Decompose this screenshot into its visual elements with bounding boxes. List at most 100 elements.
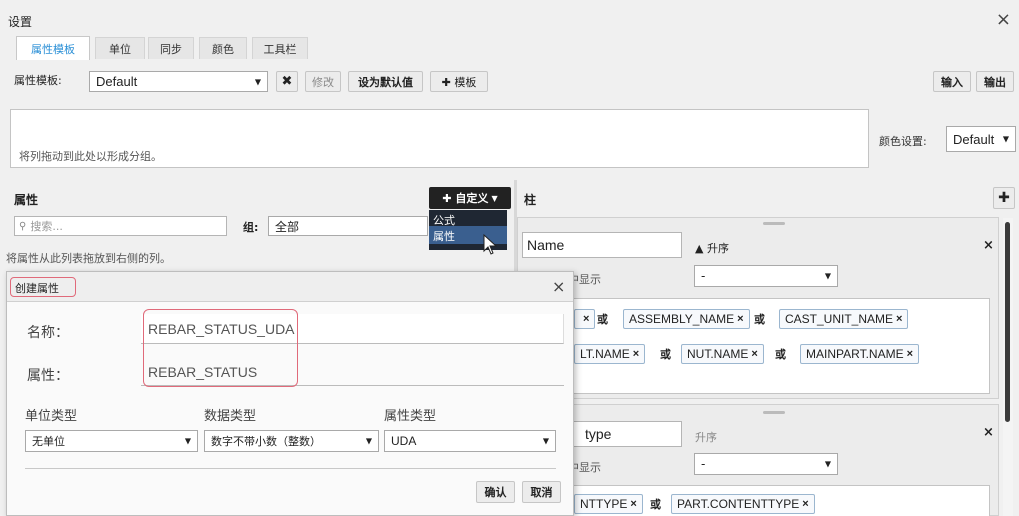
chip-delete-icon[interactable]: × bbox=[630, 498, 636, 510]
attribute-search-input[interactable]: ⚲ 搜索... bbox=[14, 216, 227, 236]
chip-delete-icon[interactable]: × bbox=[802, 498, 808, 510]
attribute-chip[interactable]: NUT.NAME × bbox=[681, 344, 764, 364]
chevron-down-icon: ▼ bbox=[824, 459, 831, 469]
template-label: 属性模板: bbox=[14, 74, 62, 87]
mouse-cursor-icon bbox=[483, 234, 498, 255]
custom-dropdown-button[interactable]: ✚ 自定义 ▼ bbox=[429, 187, 511, 209]
chip-delete-icon[interactable]: × bbox=[633, 348, 639, 360]
color-setting-value: Default bbox=[953, 131, 995, 147]
import-button[interactable]: 输入 bbox=[933, 71, 971, 92]
show-in-select[interactable]: - ▼ bbox=[694, 265, 838, 287]
or-operator: 或 bbox=[754, 313, 765, 326]
chevron-down-icon: ▼ bbox=[254, 77, 261, 86]
export-button[interactable]: 输出 bbox=[976, 71, 1014, 92]
attributes-title: 属性 bbox=[14, 193, 39, 207]
attribute-chip[interactable]: ASSEMBLY_NAME × bbox=[623, 309, 750, 329]
attr-label: 属性： bbox=[27, 368, 69, 384]
columns-scrollbar[interactable] bbox=[1003, 218, 1013, 516]
add-column-button[interactable]: ✚ bbox=[993, 187, 1015, 209]
window-title: 设置 bbox=[8, 15, 33, 29]
attribute-chip[interactable]: × bbox=[574, 309, 596, 329]
attr-type-label: 属性类型 bbox=[384, 409, 437, 424]
delete-icon: ✖ bbox=[281, 74, 293, 89]
columns-title: 柱 bbox=[524, 193, 537, 207]
chip-delete-icon[interactable]: × bbox=[583, 313, 589, 325]
sort-toggle[interactable]: ▲ 升序 bbox=[695, 240, 729, 256]
color-setting-label: 颜色设置: bbox=[879, 135, 927, 148]
tab-toolbar[interactable]: 工具栏 bbox=[252, 37, 308, 59]
attribute-chip[interactable]: LT.NAME × bbox=[574, 344, 646, 364]
create-attribute-dialog: 创建属性 × 名称： 属性： REBAR_STATUS_UDA REBAR_ST… bbox=[6, 271, 574, 516]
column-delete-icon[interactable]: × bbox=[983, 238, 994, 253]
column-name-input[interactable]: Name bbox=[522, 232, 682, 258]
name-value: REBAR_STATUS_UDA bbox=[148, 321, 295, 337]
dialog-title-bar: 创建属性 × bbox=[7, 272, 573, 302]
sort-toggle[interactable]: 升序 bbox=[695, 429, 717, 445]
tab-sync[interactable]: 同步 bbox=[148, 37, 194, 59]
group-label: 组: bbox=[243, 221, 259, 234]
unit-type-label: 单位类型 bbox=[25, 409, 78, 424]
group-drop-area[interactable]: 将列拖动到此处以形成分组。 bbox=[10, 109, 869, 168]
dialog-title: 创建属性 bbox=[15, 282, 59, 295]
column-card: Name ▲ 升序 × 中显示 - ▼ bbox=[517, 217, 999, 399]
or-operator: 或 bbox=[597, 313, 608, 326]
data-type-label: 数据类型 bbox=[204, 409, 257, 424]
unit-type-select[interactable]: 无单位 ▼ bbox=[25, 430, 198, 452]
tab-attribute-template[interactable]: 属性模板 bbox=[16, 36, 90, 60]
group-select[interactable]: 全部 bbox=[268, 216, 428, 236]
title-bar: 设置 × bbox=[0, 0, 1019, 32]
modify-button[interactable]: 修改 bbox=[305, 71, 341, 92]
plus-icon: ✚ bbox=[998, 190, 1010, 206]
group-value: 全部 bbox=[275, 219, 300, 234]
attr-type-select[interactable]: UDA ▼ bbox=[384, 430, 556, 452]
column-name-value: Name bbox=[527, 237, 565, 253]
chevron-down-icon: ▼ bbox=[824, 271, 831, 281]
column-delete-icon[interactable]: × bbox=[983, 425, 994, 440]
tab-units[interactable]: 单位 bbox=[95, 37, 145, 59]
chevron-down-icon: ▼ bbox=[542, 436, 549, 446]
set-default-button[interactable]: 设为默认值 bbox=[348, 71, 423, 92]
data-type-value: 数字不带小数（整数） bbox=[211, 435, 321, 448]
chip-delete-icon[interactable]: × bbox=[907, 348, 913, 360]
show-in-value: - bbox=[701, 457, 706, 471]
chip-delete-icon[interactable]: × bbox=[737, 313, 743, 325]
color-setting-select[interactable]: Default ▼ bbox=[946, 126, 1016, 152]
or-operator: 或 bbox=[775, 348, 786, 361]
drag-handle[interactable] bbox=[763, 411, 785, 414]
group-hint: 将列拖动到此处以形成分组。 bbox=[19, 150, 162, 163]
attr-value: REBAR_STATUS bbox=[148, 364, 258, 380]
chevron-down-icon: ▼ bbox=[491, 193, 498, 203]
menu-item-formula[interactable]: 公式 bbox=[429, 210, 507, 227]
add-template-button[interactable]: ✚ 模板 bbox=[430, 71, 488, 92]
window-close-icon[interactable]: × bbox=[996, 9, 1011, 30]
unit-type-value: 无单位 bbox=[32, 435, 65, 448]
delete-template-button[interactable]: ✖ bbox=[276, 71, 298, 92]
attribute-chip[interactable]: MAINPART.NAME × bbox=[800, 344, 920, 364]
show-in-value: - bbox=[701, 269, 706, 283]
search-icon: ⚲ bbox=[19, 220, 27, 232]
attribute-chip[interactable]: NTTYPE × bbox=[574, 494, 643, 514]
custom-label: ✚ 自定义 bbox=[442, 192, 489, 205]
drag-hint: 将属性从此列表拖放到右侧的列。 bbox=[6, 252, 171, 265]
chip-delete-icon[interactable]: × bbox=[896, 313, 902, 325]
dialog-close-icon[interactable]: × bbox=[552, 277, 565, 296]
scrollbar-thumb[interactable] bbox=[1005, 222, 1010, 422]
attribute-chip[interactable]: PART.CONTENTTYPE × bbox=[671, 494, 815, 514]
name-label: 名称： bbox=[27, 325, 69, 341]
chevron-down-icon: ▼ bbox=[365, 436, 372, 446]
drag-handle[interactable] bbox=[763, 222, 785, 225]
cancel-button[interactable]: 取消 bbox=[522, 481, 561, 503]
show-in-select[interactable]: - ▼ bbox=[694, 453, 838, 475]
or-operator: 或 bbox=[650, 498, 661, 511]
template-value: Default bbox=[96, 74, 138, 89]
data-type-select[interactable]: 数字不带小数（整数） ▼ bbox=[204, 430, 379, 452]
tab-color[interactable]: 颜色 bbox=[199, 37, 247, 59]
search-placeholder: 搜索... bbox=[30, 220, 63, 233]
chevron-down-icon: ▼ bbox=[1002, 134, 1009, 144]
dialog-separator bbox=[25, 468, 556, 469]
chip-delete-icon[interactable]: × bbox=[751, 348, 757, 360]
attribute-chip[interactable]: CAST_UNIT_NAME × bbox=[779, 309, 909, 329]
template-select[interactable]: Default ▼ bbox=[89, 71, 268, 92]
confirm-button[interactable]: 确认 bbox=[476, 481, 515, 503]
chevron-down-icon: ▼ bbox=[184, 436, 191, 446]
